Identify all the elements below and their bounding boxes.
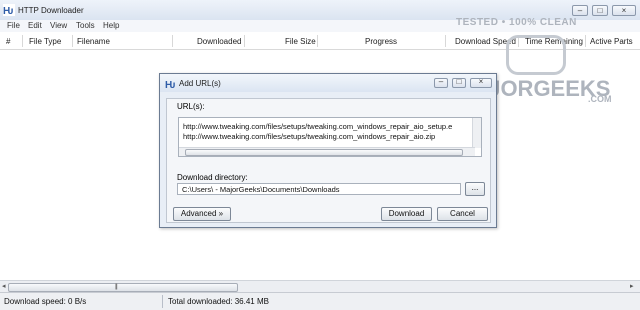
- column-divider[interactable]: [22, 35, 23, 47]
- total-downloaded-status: Total downloaded: 36.41 MB: [168, 297, 269, 306]
- dialog-minimize-button[interactable]: –: [434, 77, 448, 88]
- watermark-tagline: TESTED • 100% CLEAN: [456, 17, 577, 28]
- browse-button[interactable]: ...: [465, 182, 485, 196]
- app-title: HTTP Downloader: [18, 6, 84, 15]
- urls-label: URL(s):: [177, 102, 205, 111]
- grip-icon: |||: [115, 284, 118, 290]
- minimize-button[interactable]: –: [572, 5, 588, 16]
- dialog-title: Add URL(s): [179, 79, 221, 88]
- download-directory-input[interactable]: C:\Users\ - MajorGeeks\Documents\Downloa…: [177, 183, 461, 195]
- watermark-domain: .COM: [588, 94, 612, 104]
- urls-textarea[interactable]: http://www.tweaking.com/files/setups/twe…: [178, 117, 482, 157]
- column-divider[interactable]: [244, 35, 245, 47]
- menu-help[interactable]: Help: [103, 21, 119, 30]
- add-url-dialog: Ƕ Add URL(s) – □ × URL(s): http://www.tw…: [159, 73, 497, 228]
- menu-edit[interactable]: Edit: [28, 21, 42, 30]
- status-bar: Download speed: 0 B/s Total downloaded: …: [0, 292, 640, 310]
- menu-view[interactable]: View: [50, 21, 67, 30]
- maximize-icon: □: [597, 6, 603, 15]
- svg-text:Ƕ: Ƕ: [165, 80, 175, 89]
- dialog-logo-icon: Ƕ: [165, 80, 175, 89]
- download-speed-status: Download speed: 0 B/s: [4, 297, 87, 306]
- column-progress[interactable]: Progress: [365, 37, 397, 46]
- column-downloaded[interactable]: Downloaded: [197, 37, 241, 46]
- advanced-button[interactable]: Advanced »: [173, 207, 231, 221]
- urls-scroll-thumb[interactable]: [185, 149, 463, 156]
- scroll-thumb[interactable]: |||: [8, 283, 238, 292]
- dialog-close-button[interactable]: ×: [470, 77, 492, 88]
- status-divider: [162, 295, 163, 308]
- cancel-button[interactable]: Cancel: [437, 207, 488, 221]
- menu-tools[interactable]: Tools: [76, 21, 95, 30]
- app-logo-icon: Ƕ: [3, 4, 15, 16]
- urls-vertical-scrollbar[interactable]: [472, 118, 481, 148]
- column-filename[interactable]: Filename: [77, 37, 110, 46]
- urls-horizontal-scrollbar[interactable]: [179, 147, 475, 156]
- column-file-size[interactable]: File Size: [285, 37, 316, 46]
- download-button[interactable]: Download: [381, 207, 432, 221]
- column-divider[interactable]: [445, 35, 446, 47]
- scroll-left-icon[interactable]: ◂: [2, 282, 6, 290]
- column-file-type[interactable]: File Type: [29, 37, 61, 46]
- close-icon: ×: [478, 77, 484, 86]
- minimize-icon: –: [577, 6, 583, 15]
- close-button[interactable]: ×: [612, 5, 636, 16]
- minimize-icon: –: [438, 77, 444, 86]
- maximize-button[interactable]: □: [592, 5, 608, 16]
- maximize-icon: □: [456, 77, 462, 86]
- url-line: http://www.tweaking.com/files/setups/twe…: [183, 132, 436, 141]
- download-directory-label: Download directory:: [177, 173, 248, 182]
- column-number[interactable]: #: [6, 37, 10, 46]
- column-divider[interactable]: [317, 35, 318, 47]
- watermark-logo-icon: [506, 35, 566, 75]
- menu-file[interactable]: File: [7, 21, 20, 30]
- close-icon: ×: [621, 6, 627, 15]
- svg-text:Ƕ: Ƕ: [3, 6, 13, 16]
- column-divider[interactable]: [172, 35, 173, 47]
- dialog-maximize-button[interactable]: □: [452, 77, 466, 88]
- scroll-right-icon[interactable]: ▸: [630, 282, 634, 290]
- dialog-titlebar[interactable]: Ƕ Add URL(s) – □ ×: [160, 74, 496, 92]
- url-line: http://www.tweaking.com/files/setups/twe…: [183, 122, 453, 131]
- column-divider[interactable]: [72, 35, 73, 47]
- dialog-body: URL(s): http://www.tweaking.com/files/se…: [166, 98, 491, 223]
